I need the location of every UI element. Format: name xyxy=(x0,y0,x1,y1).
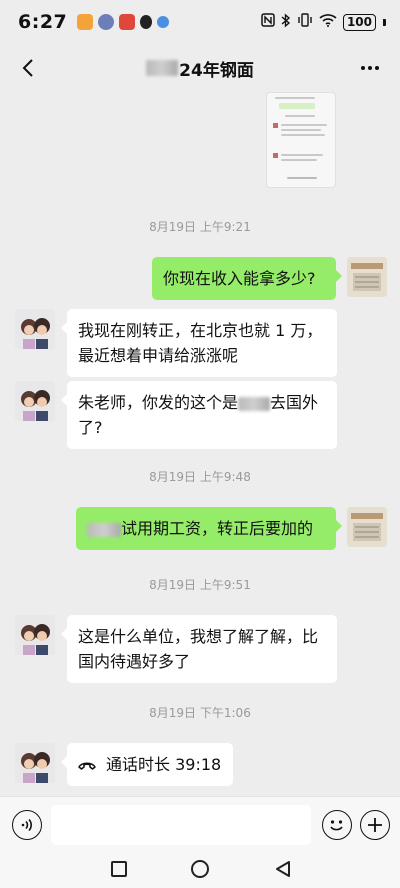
call-record-bubble[interactable]: 通话时长 39:18 xyxy=(61,743,233,786)
redacted-name xyxy=(146,60,179,76)
message-text-line: 我现在刚转正，在北京也就 1 万， xyxy=(78,321,323,340)
contact-avatar[interactable] xyxy=(15,381,55,421)
battery-icon: 100 xyxy=(342,13,376,31)
message-input[interactable] xyxy=(51,805,311,845)
my-avatar[interactable] xyxy=(347,507,387,547)
timestamp: 8月19日 上午9:51 xyxy=(149,578,251,592)
timestamp: 8月19日 下午1:06 xyxy=(149,706,251,720)
message-text: 朱老师，你发的这个是 xyxy=(78,393,239,412)
emoji-icon xyxy=(330,820,343,831)
status-time: 6:27 xyxy=(18,11,68,33)
timestamp: 8月19日 上午9:48 xyxy=(149,470,251,484)
message-text: 你现在收入能拿多少? xyxy=(163,269,316,288)
my-avatar[interactable] xyxy=(347,257,387,297)
app-notification-icon xyxy=(77,14,94,30)
redacted-text xyxy=(87,522,121,537)
back-button[interactable] xyxy=(14,54,42,82)
input-bar xyxy=(0,796,400,852)
recents-button[interactable] xyxy=(111,861,127,877)
app-notification-icon xyxy=(157,16,170,28)
image-message[interactable] xyxy=(266,92,336,188)
battery-level: 100 xyxy=(346,15,372,29)
message-text: 去国外 xyxy=(270,393,319,412)
message-text-line: 最近想着申请给涨涨呢 xyxy=(78,346,239,365)
call-duration-text: 通话时长 39:18 xyxy=(106,755,222,774)
more-button[interactable] xyxy=(356,54,384,82)
phone-icon xyxy=(78,762,96,770)
contact-avatar[interactable] xyxy=(15,615,55,655)
avatar-notification-icon xyxy=(98,14,115,30)
message-text-line: 国内待遇好多了 xyxy=(78,652,191,671)
message-text-line: 了? xyxy=(78,418,103,437)
status-bar: 6:27 100 xyxy=(0,0,400,44)
message-bubble-outgoing[interactable]: 试用期工资，转正后要加的 xyxy=(76,507,342,550)
message-text: 试用期工资，转正后要加的 xyxy=(121,519,314,538)
plus-icon xyxy=(368,818,382,832)
message-bubble-incoming[interactable]: 这是什么单位，我想了解了解，比 国内待遇好多了 xyxy=(61,615,337,683)
system-nav-bar xyxy=(0,852,400,888)
chat-header: 24年钢面 xyxy=(0,44,400,92)
voice-button[interactable] xyxy=(12,810,42,840)
system-back-button[interactable] xyxy=(274,860,292,878)
chat-title-text: 24年钢面 xyxy=(179,60,254,81)
vibrate-icon xyxy=(297,13,313,31)
redacted-text xyxy=(238,396,271,411)
app-notification-icon xyxy=(119,14,136,30)
qq-notification-icon xyxy=(140,15,153,29)
emoji-button[interactable] xyxy=(322,810,352,840)
back-arrow-icon xyxy=(22,59,33,77)
bluetooth-icon xyxy=(281,12,291,32)
home-button[interactable] xyxy=(191,860,209,878)
more-icon xyxy=(361,66,365,70)
plus-button[interactable] xyxy=(360,810,390,840)
contact-avatar[interactable] xyxy=(15,743,55,783)
message-text-line: 这是什么单位，我想了解了解，比 xyxy=(78,627,319,646)
contact-avatar[interactable] xyxy=(15,309,55,349)
nfc-icon xyxy=(261,13,275,31)
notification-icons xyxy=(77,14,170,30)
voice-icon xyxy=(21,818,32,832)
timestamp: 8月19日 上午9:21 xyxy=(149,220,251,234)
message-bubble-outgoing[interactable]: 你现在收入能拿多少? xyxy=(152,257,342,300)
message-bubble-incoming[interactable]: 朱老师，你发的这个是 去国外 了? xyxy=(61,381,337,449)
message-bubble-incoming[interactable]: 我现在刚转正，在北京也就 1 万， 最近想着申请给涨涨呢 xyxy=(61,309,337,377)
chat-title: 24年钢面 xyxy=(146,56,254,81)
wifi-icon xyxy=(319,13,337,31)
